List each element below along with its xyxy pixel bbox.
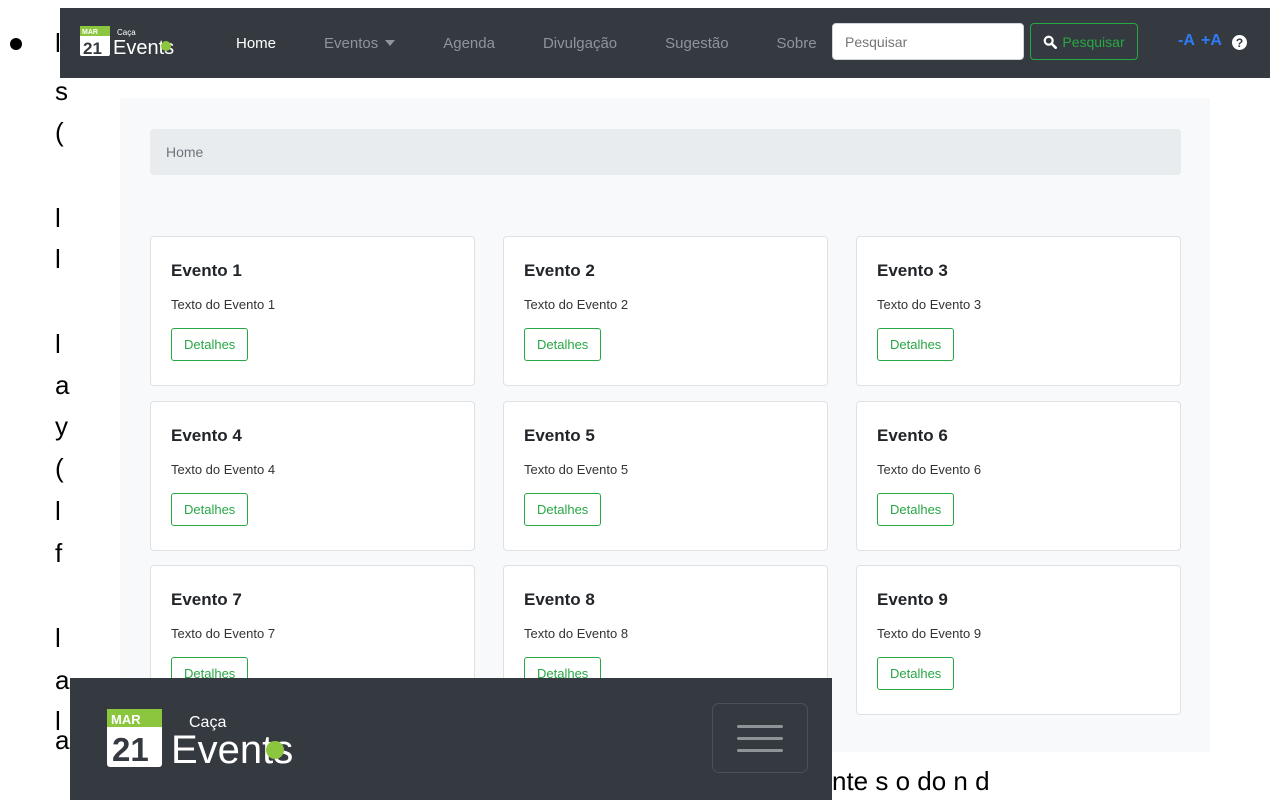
brand-logo[interactable]: MAR 21 Caça Events — [80, 21, 200, 61]
top-navbar: MAR 21 Caça Events Home Eventos Agenda D… — [60, 8, 1270, 78]
event-card: Evento 1 Texto do Evento 1 Detalhes — [150, 236, 475, 386]
doc-fragment: s — [55, 76, 68, 106]
card-text: Texto do Evento 3 — [877, 297, 982, 312]
card-text: Texto do Evento 6 — [877, 462, 982, 477]
event-card: Evento 3 Texto do Evento 3 Detalhes — [856, 236, 1181, 386]
event-card: Evento 6 Texto do Evento 6 Detalhes — [856, 401, 1181, 551]
doc-fragment: f — [55, 538, 63, 568]
card-title: Evento 9 — [877, 590, 948, 609]
doc-fragment: ( — [55, 117, 64, 147]
doc-fragment: nte s o do n d — [832, 766, 990, 796]
details-button[interactable]: Detalhes — [877, 328, 955, 361]
nav-eventos[interactable]: Eventos — [324, 35, 396, 52]
details-button[interactable]: Detalhes — [171, 493, 249, 526]
card-text: Texto do Evento 4 — [171, 462, 276, 477]
hamburger-icon — [737, 748, 783, 752]
card-title: Evento 7 — [171, 590, 242, 609]
caret-down-icon — [385, 40, 396, 46]
breadcrumb-home[interactable]: Home — [166, 144, 203, 160]
help-icon[interactable]: ? — [1232, 35, 1247, 50]
card-text: Texto do Evento 7 — [171, 626, 276, 641]
nav-menu: Home Eventos Agenda Divulgação Sugestão … — [236, 8, 865, 78]
card-text: Texto do Evento 9 — [877, 626, 982, 641]
magnifier-icon — [161, 41, 171, 51]
font-decrease-button[interactable]: -A — [1178, 32, 1195, 50]
svg-text:MAR: MAR — [111, 712, 141, 727]
nav-agenda[interactable]: Agenda — [443, 35, 495, 52]
svg-text:21: 21 — [112, 731, 149, 768]
doc-fragment: l — [55, 329, 61, 359]
doc-fragment: y — [55, 411, 68, 441]
details-button[interactable]: Detalhes — [877, 657, 955, 690]
card-title: Evento 1 — [171, 261, 242, 280]
nav-home[interactable]: Home — [236, 35, 276, 52]
svg-text:MAR: MAR — [82, 29, 98, 36]
event-card: Evento 9 Texto do Evento 9 Detalhes — [856, 565, 1181, 715]
card-title: Evento 3 — [877, 261, 948, 280]
card-text: Texto do Evento 5 — [524, 462, 629, 477]
event-card: Evento 4 Texto do Evento 4 Detalhes — [150, 401, 475, 551]
card-title: Evento 5 — [524, 426, 595, 445]
card-title: Evento 2 — [524, 261, 595, 280]
details-button[interactable]: Detalhes — [877, 493, 955, 526]
doc-fragment: l — [55, 496, 61, 526]
breadcrumb: Home — [150, 129, 1181, 175]
card-text: Texto do Evento 8 — [524, 626, 629, 641]
doc-fragment: l — [55, 244, 61, 274]
magnifier-icon — [266, 741, 284, 759]
hamburger-icon — [737, 724, 783, 728]
search-button[interactable]: Pesquisar — [1030, 23, 1138, 60]
svg-text:21: 21 — [83, 39, 102, 58]
main-content: Home Evento 1 Texto do Evento 1 Detalhes… — [120, 98, 1210, 752]
doc-fragment: a — [55, 665, 70, 695]
doc-fragment: a — [55, 370, 70, 400]
nav-sobre[interactable]: Sobre — [777, 35, 817, 52]
card-title: Evento 6 — [877, 426, 948, 445]
mobile-brand-logo[interactable]: MAR 21 Caça Events — [107, 705, 327, 775]
doc-bullet — [10, 38, 22, 50]
search-button-label: Pesquisar — [1062, 33, 1125, 50]
card-title: Evento 4 — [171, 426, 242, 445]
card-text: Texto do Evento 1 — [171, 297, 276, 312]
hamburger-icon — [737, 736, 783, 740]
search-icon — [1044, 35, 1058, 49]
event-card: Evento 5 Texto do Evento 5 Detalhes — [503, 401, 828, 551]
hamburger-menu-button[interactable] — [712, 703, 808, 773]
font-increase-button[interactable]: +A — [1201, 32, 1222, 50]
details-button[interactable]: Detalhes — [524, 328, 602, 361]
nav-sugestao[interactable]: Sugestão — [665, 35, 728, 52]
details-button[interactable]: Detalhes — [171, 328, 249, 361]
details-button[interactable]: Detalhes — [524, 493, 602, 526]
nav-divulgacao[interactable]: Divulgação — [543, 35, 617, 52]
doc-fragment: l — [55, 203, 61, 233]
card-title: Evento 8 — [524, 590, 595, 609]
doc-fragment: ( — [55, 453, 64, 483]
doc-fragment: l — [55, 623, 61, 653]
doc-fragment: a — [55, 725, 70, 755]
event-card: Evento 2 Texto do Evento 2 Detalhes — [503, 236, 828, 386]
card-text: Texto do Evento 2 — [524, 297, 629, 312]
search-input[interactable] — [832, 23, 1024, 60]
svg-text:Caça: Caça — [117, 28, 136, 37]
mobile-navbar: MAR 21 Caça Events — [70, 678, 832, 800]
